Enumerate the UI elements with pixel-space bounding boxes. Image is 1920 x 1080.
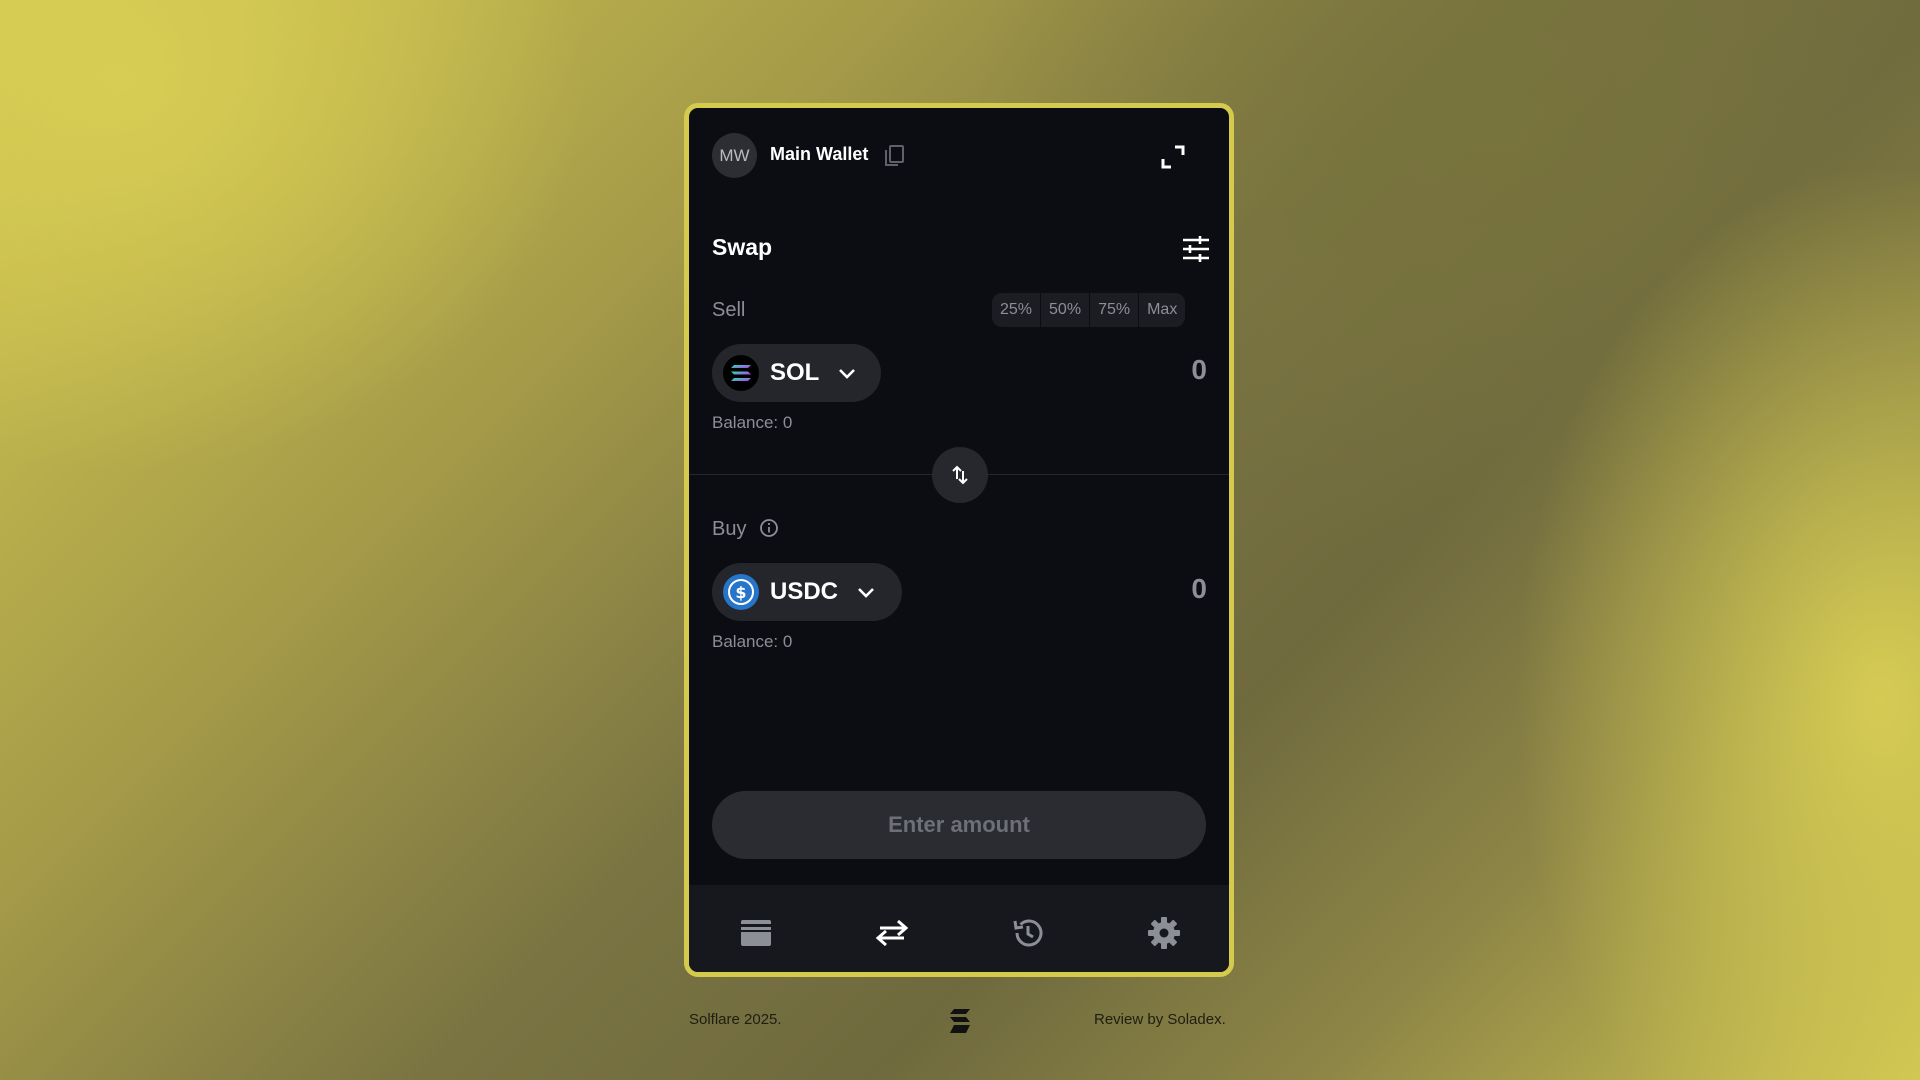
pct-25-button[interactable]: 25% bbox=[992, 293, 1042, 327]
pct-50-button[interactable]: 50% bbox=[1041, 293, 1091, 327]
percent-buttons: 25% 50% 75% Max bbox=[992, 293, 1186, 327]
pct-75-button[interactable]: 75% bbox=[1090, 293, 1140, 327]
svg-text:$: $ bbox=[735, 583, 746, 602]
swap-vertical-icon bbox=[952, 465, 968, 485]
usdc-logo-icon: $ bbox=[723, 574, 759, 610]
wallet-header: MW Main Wallet bbox=[689, 108, 1229, 198]
swap-title: Swap bbox=[712, 234, 773, 260]
sell-label: Sell bbox=[712, 299, 746, 321]
swap-arrows-icon bbox=[875, 919, 909, 947]
copy-icon[interactable] bbox=[883, 144, 905, 168]
flip-direction-button[interactable] bbox=[932, 447, 988, 503]
buy-balance: Balance: 0 bbox=[712, 632, 793, 651]
solflare-logo-icon bbox=[950, 1009, 970, 1033]
info-icon[interactable] bbox=[759, 518, 779, 538]
buy-label: Buy bbox=[712, 518, 747, 540]
pct-max-button[interactable]: Max bbox=[1139, 293, 1186, 327]
sell-amount-input[interactable]: 0 bbox=[1191, 354, 1207, 386]
wallet-panel: MW Main Wallet Swap Sell 25% 50% 75% Max bbox=[684, 103, 1234, 977]
chevron-down-icon bbox=[858, 588, 874, 598]
nav-wallet[interactable] bbox=[736, 913, 776, 953]
buy-amount-input[interactable]: 0 bbox=[1191, 573, 1207, 605]
nav-history[interactable] bbox=[1008, 913, 1048, 953]
buy-token-symbol: USDC bbox=[770, 578, 839, 605]
history-icon bbox=[1013, 919, 1043, 947]
buy-token-select[interactable]: $ USDC bbox=[712, 563, 902, 621]
nav-swap[interactable] bbox=[872, 913, 912, 953]
bottom-nav bbox=[689, 885, 1229, 972]
footer-review-credit: Review by Soladex. bbox=[1094, 1011, 1226, 1028]
avatar[interactable]: MW bbox=[712, 133, 757, 178]
gear-icon bbox=[1148, 917, 1180, 949]
nav-settings[interactable] bbox=[1144, 913, 1184, 953]
sliders-icon[interactable] bbox=[1181, 234, 1211, 264]
sell-token-select[interactable]: SOL bbox=[712, 344, 881, 402]
wallet-name[interactable]: Main Wallet bbox=[770, 144, 868, 165]
sell-token-symbol: SOL bbox=[770, 359, 820, 386]
enter-amount-button[interactable]: Enter amount bbox=[712, 791, 1206, 859]
footer-copyright: Solflare 2025. bbox=[689, 1011, 782, 1028]
chevron-down-icon bbox=[839, 369, 856, 379]
expand-icon[interactable] bbox=[1159, 143, 1187, 171]
wallet-icon bbox=[741, 920, 771, 946]
sell-balance: Balance: 0 bbox=[712, 413, 793, 432]
sol-logo-icon bbox=[723, 355, 759, 391]
